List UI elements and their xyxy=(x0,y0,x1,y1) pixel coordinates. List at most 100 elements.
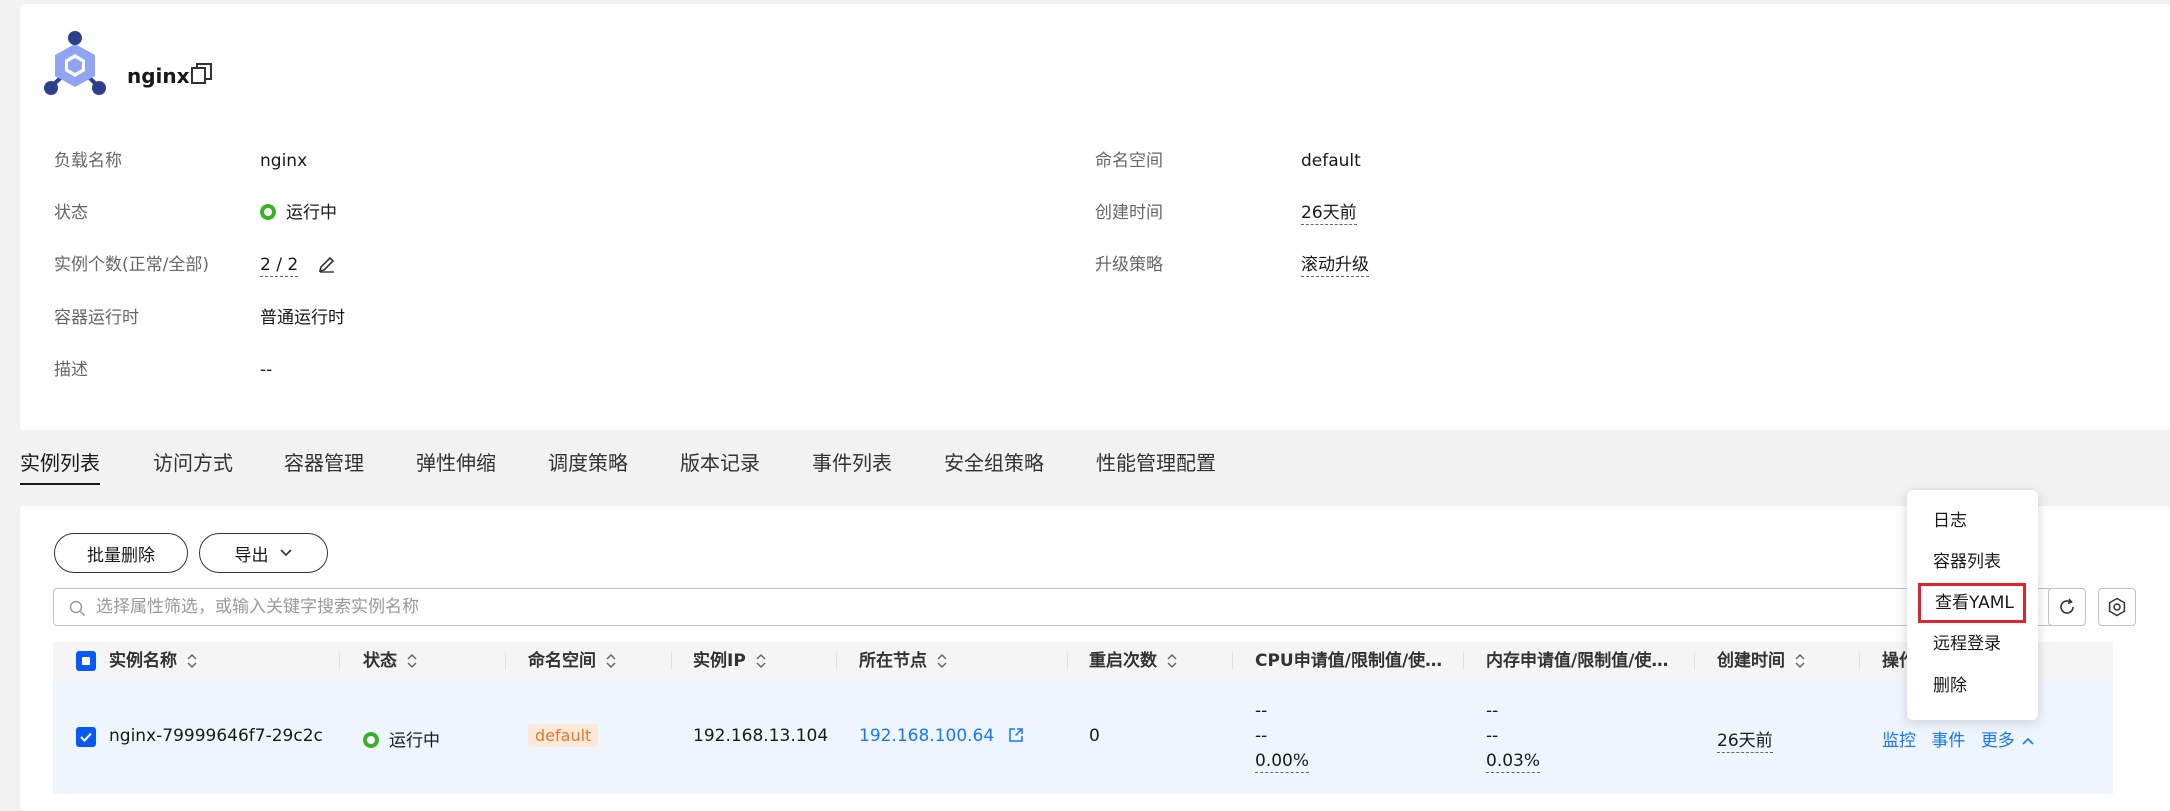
instance-count-value: 2 / 2 xyxy=(260,253,336,277)
column-header-status[interactable]: 状态 xyxy=(363,642,419,680)
column-header-ip[interactable]: 实例IP xyxy=(693,642,768,680)
memory-usage-text[interactable]: 0.03% xyxy=(1486,751,1541,773)
column-header-ip-label: 实例IP xyxy=(693,651,746,671)
instance-count-label: 实例个数(正常/全部) xyxy=(54,255,209,275)
status-running-icon xyxy=(260,204,276,220)
column-divider xyxy=(836,652,837,670)
tab-security-group-policy[interactable]: 安全组策略 xyxy=(944,449,1044,485)
column-header-cpu: CPU申请值/限制值/使… xyxy=(1255,651,1443,671)
monitor-link[interactable]: 监控 xyxy=(1882,731,1916,751)
instance-node[interactable]: 192.168.100.64 xyxy=(859,726,1024,746)
gear-icon xyxy=(2108,597,2126,617)
more-link[interactable]: 更多 xyxy=(1981,731,2035,751)
more-actions-menu: 日志 容器列表 查看YAML 远程登录 删除 xyxy=(1907,490,2038,720)
column-divider xyxy=(1232,652,1233,670)
status-label: 状态 xyxy=(54,203,88,223)
copy-icon[interactable] xyxy=(190,61,214,87)
workload-icon xyxy=(44,31,106,95)
runtime-label: 容器运行时 xyxy=(54,308,139,328)
menu-item-delete[interactable]: 删除 xyxy=(1907,666,2038,706)
column-header-node-label: 所在节点 xyxy=(859,651,927,671)
sort-icon[interactable] xyxy=(185,653,199,669)
cpu-usage: 0.00% xyxy=(1255,751,1310,773)
tab-performance-config[interactable]: 性能管理配置 xyxy=(1096,449,1216,485)
instance-created: 26天前 xyxy=(1717,726,1773,753)
status-value: 运行中 xyxy=(260,201,337,225)
page-title: nginx xyxy=(127,64,190,88)
select-all-checkbox[interactable] xyxy=(76,651,96,671)
description-label: 描述 xyxy=(54,360,88,380)
refresh-button[interactable] xyxy=(2048,588,2086,626)
sort-icon[interactable] xyxy=(405,653,419,669)
column-header-restarts-label: 重启次数 xyxy=(1089,651,1157,671)
settings-button[interactable] xyxy=(2098,588,2136,626)
instance-namespace: default xyxy=(528,724,599,747)
tab-version-history[interactable]: 版本记录 xyxy=(680,449,760,485)
search-input[interactable] xyxy=(96,597,2054,617)
workload-name-label: 负载名称 xyxy=(54,151,122,171)
column-divider xyxy=(1694,652,1695,670)
column-header-created-label: 创建时间 xyxy=(1717,651,1785,671)
tab-auto-scaling[interactable]: 弹性伸缩 xyxy=(416,449,496,485)
runtime-value: 普通运行时 xyxy=(260,308,345,328)
tab-scheduling-policy[interactable]: 调度策略 xyxy=(548,449,628,485)
column-header-status-label: 状态 xyxy=(363,651,397,671)
tab-event-list[interactable]: 事件列表 xyxy=(812,449,892,485)
memory-limit: -- xyxy=(1486,726,1499,746)
tab-instance-list[interactable]: 实例列表 xyxy=(20,449,100,485)
column-header-namespace[interactable]: 命名空间 xyxy=(528,642,618,680)
status-running-icon xyxy=(363,732,379,748)
menu-item-view-yaml[interactable]: 查看YAML xyxy=(1918,583,2026,623)
search-bar[interactable] xyxy=(53,588,2055,626)
column-header-memory: 内存申请值/限制值/使… xyxy=(1486,651,1669,671)
memory-usage: 0.03% xyxy=(1486,751,1541,773)
menu-item-container-list[interactable]: 容器列表 xyxy=(1907,542,2038,582)
batch-delete-button[interactable]: 批量删除 xyxy=(54,533,188,573)
search-icon xyxy=(69,600,86,617)
column-header-node[interactable]: 所在节点 xyxy=(859,642,949,680)
column-divider xyxy=(671,652,672,670)
column-header-created[interactable]: 创建时间 xyxy=(1717,642,1807,680)
created-time-label: 创建时间 xyxy=(1095,203,1163,223)
sort-icon[interactable] xyxy=(754,653,768,669)
instance-status-text: 运行中 xyxy=(389,731,440,751)
tab-access-mode[interactable]: 访问方式 xyxy=(153,449,233,485)
sort-icon[interactable] xyxy=(935,653,949,669)
memory-request: -- xyxy=(1486,701,1499,721)
chevron-up-icon xyxy=(2022,737,2034,745)
sort-icon[interactable] xyxy=(604,653,618,669)
more-link-label: 更多 xyxy=(1980,731,2015,751)
export-button[interactable]: 导出 xyxy=(199,533,328,573)
instance-created-text[interactable]: 26天前 xyxy=(1717,731,1773,753)
column-divider xyxy=(1067,652,1068,670)
menu-item-logs[interactable]: 日志 xyxy=(1907,501,2038,541)
row-checkbox[interactable] xyxy=(76,727,96,747)
column-header-namespace-label: 命名空间 xyxy=(528,651,596,671)
namespace-tag: default xyxy=(528,724,599,747)
column-divider xyxy=(505,652,506,670)
namespace-value: default xyxy=(1301,151,1361,171)
cpu-usage-text[interactable]: 0.00% xyxy=(1255,751,1310,773)
column-header-name-label: 实例名称 xyxy=(109,651,177,671)
cpu-limit: -- xyxy=(1255,726,1268,746)
column-header-restarts[interactable]: 重启次数 xyxy=(1089,642,1179,680)
column-divider xyxy=(1859,652,1860,670)
instance-count-text[interactable]: 2 / 2 xyxy=(260,255,299,277)
instance-ip: 192.168.13.104 xyxy=(693,726,829,746)
edit-icon[interactable] xyxy=(318,255,336,273)
sort-icon[interactable] xyxy=(1793,653,1807,669)
events-link[interactable]: 事件 xyxy=(1931,731,1965,751)
instance-status: 运行中 xyxy=(363,726,440,751)
upgrade-strategy-text[interactable]: 滚动升级 xyxy=(1301,255,1369,277)
tab-container-management[interactable]: 容器管理 xyxy=(284,449,364,485)
namespace-label: 命名空间 xyxy=(1095,151,1163,171)
column-header-name[interactable]: 实例名称 xyxy=(109,642,199,680)
node-link[interactable]: 192.168.100.64 xyxy=(859,726,994,746)
external-link-icon[interactable] xyxy=(1008,727,1024,743)
restart-count: 0 xyxy=(1089,726,1100,746)
created-time-text[interactable]: 26天前 xyxy=(1301,203,1357,225)
cpu-request: -- xyxy=(1255,701,1268,721)
menu-item-remote-login[interactable]: 远程登录 xyxy=(1907,624,2038,664)
checkmark-icon xyxy=(80,732,92,742)
sort-icon[interactable] xyxy=(1165,653,1179,669)
